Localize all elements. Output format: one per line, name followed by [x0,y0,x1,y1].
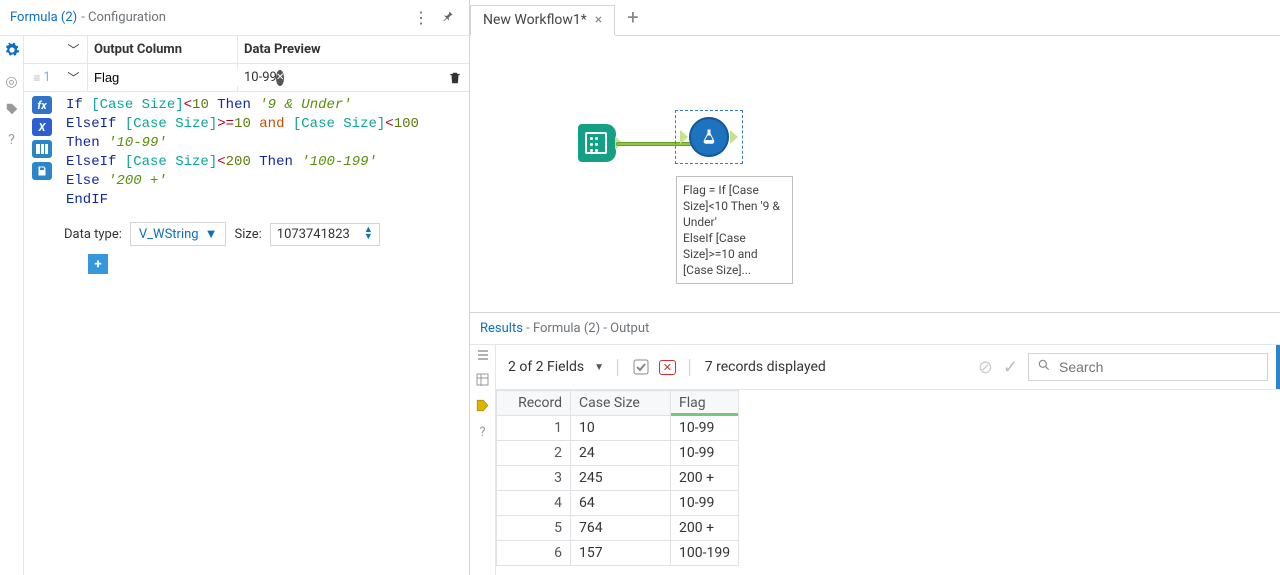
col-record[interactable]: Record [497,391,571,416]
add-tab-button[interactable]: + [615,0,650,35]
formula-columns-header: ﹀ Output Column Data Preview [24,36,469,64]
size-value: 1073741823 [277,227,350,242]
variable-x-icon[interactable]: X [32,118,52,136]
tag-icon[interactable] [5,102,19,120]
table-row[interactable]: 6157100-199 [497,541,739,566]
results-title: Results [480,321,523,336]
add-formula-button[interactable]: + [88,254,108,274]
tab-label: New Workflow1* [483,12,587,28]
formula-row: ≡ 1 ﹀ ✕ 10-99 [24,64,469,92]
results-table: Record Case Size Flag 11010-9922410-9932… [496,390,739,566]
pin-icon[interactable] [437,8,459,27]
search-icon [1037,358,1051,376]
datatype-label: Data type: [64,227,122,242]
input-anchor-icon[interactable] [680,130,688,144]
help2-icon[interactable]: ? [479,425,485,440]
size-input[interactable]: 1073741823 ▲▼ [270,223,380,246]
drag-handle-icon[interactable]: ≡ [33,71,40,85]
gear-icon[interactable] [4,42,20,62]
spinner-icon[interactable]: ▲▼ [364,227,373,241]
table-row[interactable]: 3245200 + [497,466,739,491]
config-subtitle: - Configuration [81,10,166,25]
output-anchor-tab-icon[interactable] [475,398,490,417]
collapse-all-chevron[interactable]: ﹀ [60,36,88,63]
results-panel: Results - Formula (2) - Output ? 2 of 2 … [470,312,1280,575]
workflow-tabs: New Workflow1* × + [470,0,1280,36]
text-input-tool[interactable] [578,124,618,164]
size-label: Size: [234,227,261,242]
panel-accent [1276,345,1280,389]
caret-down-icon: ▼ [205,226,218,242]
formula-tool-icon [689,117,729,157]
results-side-tabs: ? [470,345,496,575]
apply-icon[interactable]: ✓ [1003,357,1018,378]
table-row[interactable]: 5764200 + [497,516,739,541]
close-icon[interactable]: × [595,12,602,28]
formula-tool-selected[interactable] [675,110,743,164]
list-icon[interactable] [476,349,490,365]
config-title: Formula (2) [10,10,77,25]
save-icon[interactable] [32,162,52,180]
table-row[interactable]: 11010-99 [497,416,739,441]
fx-icon[interactable]: fx [32,96,52,114]
workflow-canvas[interactable]: Flag = If [Case Size]<10 Then '9 & Under… [470,36,1280,312]
kebab-menu-icon[interactable]: ⋮ [409,8,433,27]
help-icon[interactable]: ? [8,132,15,148]
config-side-tabs: ◎ ? [0,36,24,575]
remove-cell-icon[interactable]: ✕ [659,360,676,375]
search-box[interactable] [1028,353,1268,381]
disable-icon[interactable]: ⊘ [978,357,993,378]
results-toolbar: 2 of 2 Fields ▼ │ ✕ │ 7 records displaye… [496,345,1280,390]
search-input[interactable] [1057,358,1259,376]
results-header: Results - Formula (2) - Output [470,313,1280,345]
output-anchor-icon[interactable] [730,130,738,144]
formula-editor[interactable]: fx X If [Case Size]<10 Then '9 & Under'E… [24,92,469,214]
checkbox-icon[interactable] [633,359,649,375]
data-preview-value: 10-99 [238,64,441,91]
table-icon[interactable] [476,373,489,390]
formula-text[interactable]: If [Case Size]<10 Then '9 & Under'ElseIf… [60,92,469,214]
trash-icon[interactable] [441,64,469,91]
workflow-tab[interactable]: New Workflow1* × [470,5,615,36]
output-column-header: Output Column [88,36,238,63]
row-index: 1 [43,70,50,85]
records-summary: 7 records displayed [705,359,826,375]
columns-icon[interactable] [32,140,52,158]
configuration-panel: Formula (2) - Configuration ⋮ ◎ ? ﹀ Outp… [0,0,470,575]
expand-row-chevron[interactable]: ﹀ [60,64,88,91]
col-flag[interactable]: Flag [671,391,739,416]
datatype-select[interactable]: V_WString ▼ [130,222,227,246]
target-icon[interactable]: ◎ [5,74,17,90]
table-row[interactable]: 22410-99 [497,441,739,466]
col-case-size[interactable]: Case Size [571,391,671,416]
fields-summary[interactable]: 2 of 2 Fields [508,359,584,375]
table-row[interactable]: 46410-99 [497,491,739,516]
results-subtitle: - Formula (2) - Output [526,321,649,336]
tool-annotation[interactable]: Flag = If [Case Size]<10 Then '9 & Under… [676,176,793,284]
config-header: Formula (2) - Configuration ⋮ [0,0,469,36]
data-preview-header: Data Preview [238,36,469,63]
datatype-value: V_WString [139,227,199,242]
